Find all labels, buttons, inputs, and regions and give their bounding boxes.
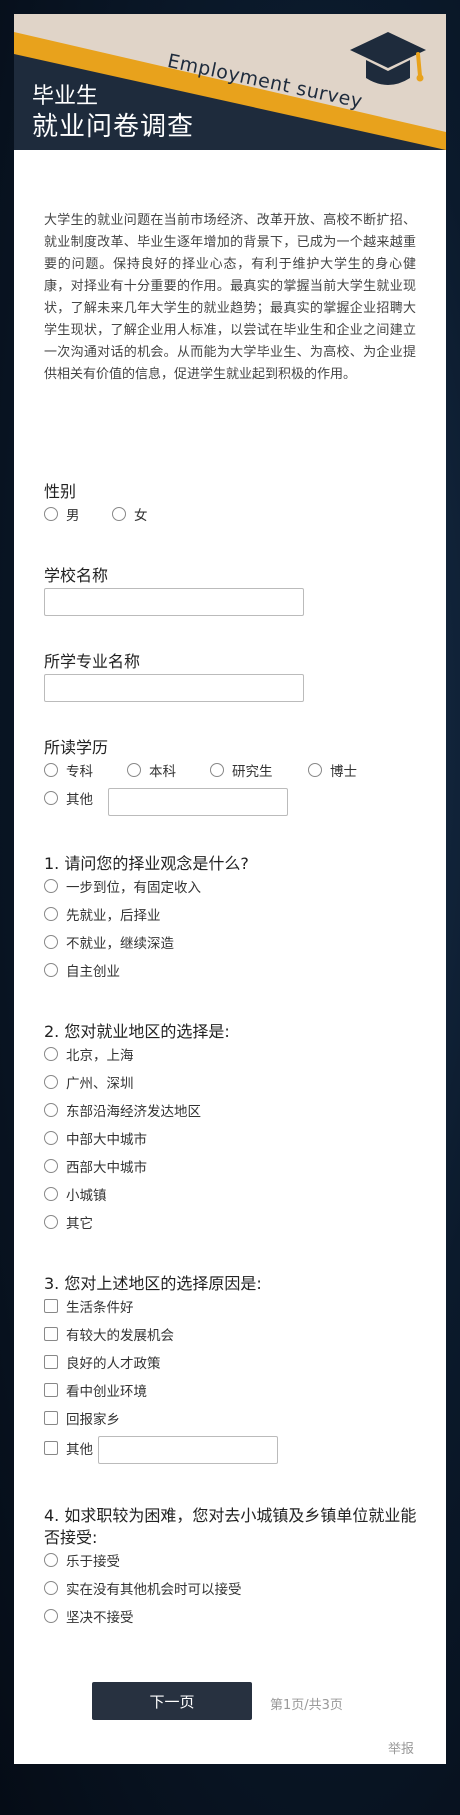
q2-label: 2. 您对就业地区的选择是:	[44, 1022, 230, 1041]
radio-button[interactable]	[44, 1553, 58, 1567]
q1-option-4[interactable]: 自主创业	[44, 960, 120, 980]
graduation-cap-icon	[350, 32, 426, 85]
q1-label: 1. 请问您的择业观念是什么?	[44, 854, 249, 873]
education-option-doctor[interactable]: 博士	[308, 760, 357, 780]
education-option-other[interactable]: 其他	[44, 788, 93, 808]
radio-button[interactable]	[44, 907, 58, 921]
radio-button[interactable]	[44, 791, 58, 805]
q4-option-2[interactable]: 实在没有其他机会时可以接受	[44, 1578, 242, 1598]
intro-paragraph: 大学生的就业问题在当前市场经济、改革开放、高校不断扩招、就业制度改革、毕业生逐年…	[44, 213, 416, 382]
q1-option-3[interactable]: 不就业，继续深造	[44, 932, 174, 952]
report-link[interactable]: 举报	[388, 1738, 414, 1757]
q3-option-3[interactable]: 良好的人才政策	[44, 1352, 161, 1372]
gender-label: 性别	[44, 482, 77, 501]
survey-header: Employment survey 毕业生 就业问卷调查	[14, 14, 446, 150]
q2-option-7[interactable]: 其它	[44, 1212, 93, 1232]
q2-option-2[interactable]: 广州、深圳	[44, 1072, 134, 1092]
radio-button[interactable]	[44, 1581, 58, 1595]
radio-button[interactable]	[44, 1075, 58, 1089]
next-page-button[interactable]: 下一页	[92, 1682, 252, 1720]
q3-label: 3. 您对上述地区的选择原因是:	[44, 1274, 262, 1293]
q4-label-line2: 否接受:	[44, 1528, 98, 1547]
q2-option-1[interactable]: 北京，上海	[44, 1044, 134, 1064]
q2-option-4[interactable]: 中部大中城市	[44, 1128, 147, 1148]
radio-button[interactable]	[44, 1131, 58, 1145]
checkbox[interactable]	[44, 1383, 58, 1397]
radio-button[interactable]	[44, 1215, 58, 1229]
page-indicator: 第1页/共3页	[270, 1698, 343, 1713]
radio-button[interactable]	[44, 763, 58, 777]
gender-option-male[interactable]: 男	[44, 504, 80, 524]
radio-button[interactable]	[44, 1159, 58, 1173]
school-name-input[interactable]	[44, 588, 304, 616]
radio-button[interactable]	[44, 879, 58, 893]
radio-button[interactable]	[44, 507, 58, 521]
checkbox[interactable]	[44, 1355, 58, 1369]
education-other-input[interactable]	[108, 788, 288, 816]
radio-button[interactable]	[210, 763, 224, 777]
major-name-input[interactable]	[44, 674, 304, 702]
gender-option-female[interactable]: 女	[112, 504, 148, 524]
radio-button[interactable]	[44, 935, 58, 949]
radio-button[interactable]	[308, 763, 322, 777]
survey-card: Employment survey 毕业生 就业问卷调查 大学生的就业问题在当前…	[14, 14, 446, 1764]
education-option-junior-college[interactable]: 专科	[44, 760, 93, 780]
q4-option-1[interactable]: 乐于接受	[44, 1550, 120, 1570]
checkbox[interactable]	[44, 1299, 58, 1313]
q3-other-input[interactable]	[98, 1436, 278, 1464]
q4-option-3[interactable]: 坚决不接受	[44, 1606, 134, 1626]
radio-button[interactable]	[44, 1609, 58, 1623]
q2-option-5[interactable]: 西部大中城市	[44, 1156, 147, 1176]
checkbox[interactable]	[44, 1441, 58, 1455]
education-option-graduate[interactable]: 研究生	[210, 760, 273, 780]
radio-button[interactable]	[44, 1047, 58, 1061]
q3-option-1[interactable]: 生活条件好	[44, 1296, 134, 1316]
radio-button[interactable]	[112, 507, 126, 521]
q1-option-1[interactable]: 一步到位，有固定收入	[44, 876, 201, 896]
school-name-label: 学校名称	[44, 566, 109, 585]
q3-option-5[interactable]: 回报家乡	[44, 1408, 120, 1428]
q3-option-4[interactable]: 看中创业环境	[44, 1380, 147, 1400]
q2-option-6[interactable]: 小城镇	[44, 1184, 107, 1204]
q4-label-line1: 4. 如求职较为困难，您对去小城镇及乡镇单位就业能	[44, 1506, 417, 1525]
checkbox[interactable]	[44, 1411, 58, 1425]
education-option-bachelor[interactable]: 本科	[127, 760, 176, 780]
radio-button[interactable]	[127, 763, 141, 777]
header-title-line2: 就业问卷调查	[32, 112, 195, 142]
radio-button[interactable]	[44, 963, 58, 977]
q2-option-3[interactable]: 东部沿海经济发达地区	[44, 1100, 201, 1120]
q3-option-2[interactable]: 有较大的发展机会	[44, 1324, 174, 1344]
q1-option-2[interactable]: 先就业，后择业	[44, 904, 161, 924]
radio-button[interactable]	[44, 1103, 58, 1117]
major-name-label: 所学专业名称	[44, 652, 141, 671]
radio-button[interactable]	[44, 1187, 58, 1201]
checkbox[interactable]	[44, 1327, 58, 1341]
q3-option-6[interactable]: 其他	[44, 1438, 93, 1458]
education-label: 所读学历	[44, 738, 109, 757]
